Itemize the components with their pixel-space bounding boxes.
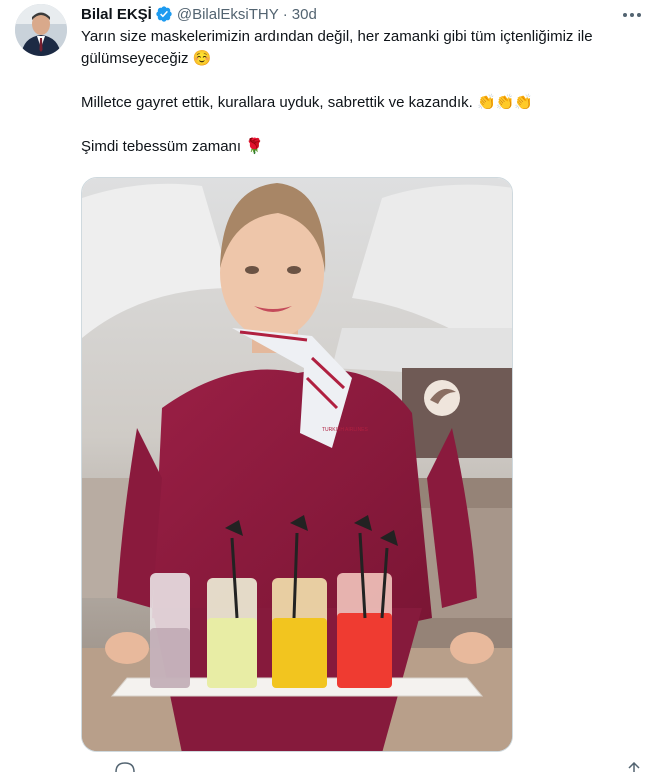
tweet-line: Yarın size maskelerimizin ardından değil… [81,28,593,67]
scarf-badge-text: TURKISH AIRLINES [322,427,369,433]
separator-dot: · [282,5,288,23]
tweet-time[interactable]: 30d [292,6,317,23]
tweet-photo[interactable]: TURKISH AIRLINES [81,177,513,752]
tweet-text: Yarın size maskelerimizin ardından değil… [81,26,651,158]
more-icon[interactable] [619,4,645,26]
tweet-line: Şimdi tebessüm zamanı 🌹 [81,138,264,155]
tweet-header: Bilal EKŞİ @BilalEksiTHY · 30d [81,4,317,24]
avatar[interactable] [15,4,67,56]
share-icon[interactable] [623,762,645,772]
tweet[interactable]: Bilal EKŞİ @BilalEksiTHY · 30d Yarın siz… [0,0,667,772]
reply-icon[interactable] [114,762,136,772]
tweet-line: Milletce gayret ettik, kurallara uyduk, … [81,94,534,111]
verified-badge-icon [156,6,172,22]
author-handle[interactable]: @BilalEksiTHY [177,6,279,23]
author-name[interactable]: Bilal EKŞİ [81,6,152,23]
